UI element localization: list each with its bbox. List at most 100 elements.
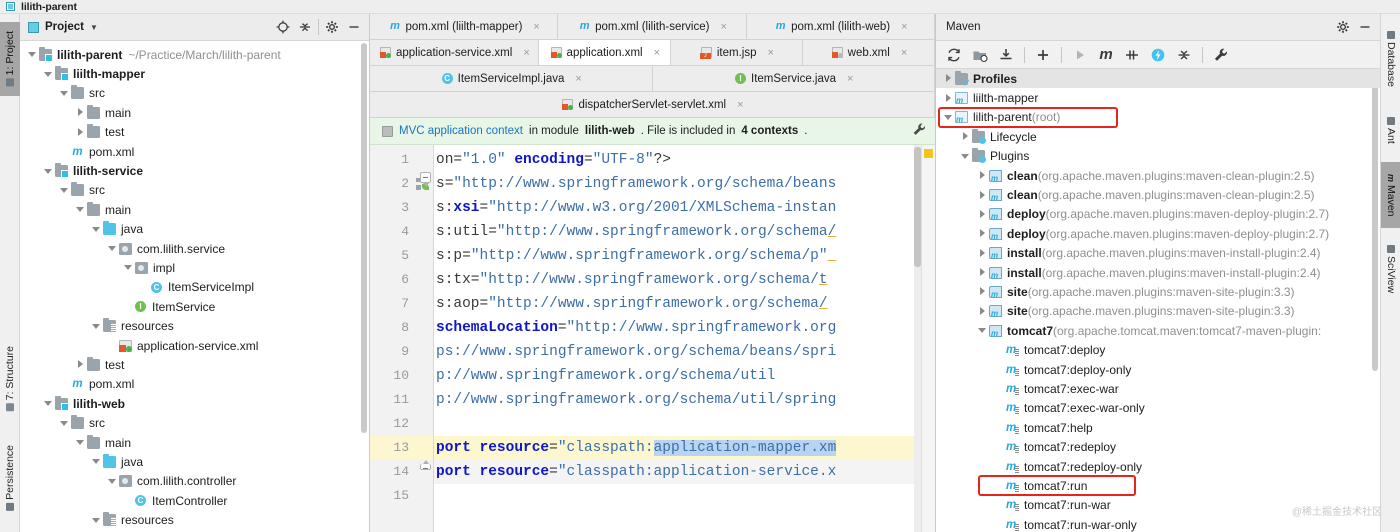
chevron-right-icon[interactable] <box>978 190 987 200</box>
maven-tree-row[interactable]: site (org.apache.maven.plugins:maven-sit… <box>936 302 1380 321</box>
project-tree-row[interactable]: main <box>20 200 369 219</box>
chevron-down-icon[interactable] <box>92 516 101 525</box>
chevron-right-icon[interactable] <box>978 248 987 258</box>
chevron-right-icon[interactable] <box>978 306 987 316</box>
chevron-down-icon[interactable] <box>92 322 101 331</box>
collapse-all-icon[interactable] <box>1172 44 1196 66</box>
chevron-down-icon[interactable] <box>28 50 37 59</box>
code-line[interactable]: p://www.springframework.org/schema/util <box>434 364 935 388</box>
chevron-down-icon[interactable] <box>961 152 970 161</box>
gear-icon[interactable] <box>321 16 343 38</box>
maven-tree-row[interactable]: m tomcat7:exec-war-only <box>936 399 1380 418</box>
chevron-right-icon[interactable] <box>944 93 953 103</box>
project-tree-row[interactable]: I ItemService <box>20 297 369 316</box>
context-link[interactable]: MVC application context <box>399 125 523 137</box>
project-tree-row[interactable]: main <box>20 103 369 122</box>
maven-tree-row[interactable]: m tomcat7:run <box>936 476 1380 495</box>
chevron-down-icon[interactable] <box>92 225 101 234</box>
chevron-down-icon[interactable] <box>76 438 85 447</box>
code-line[interactable]: p://www.springframework.org/schema/util/… <box>434 388 935 412</box>
maven-tree-row[interactable]: clean (org.apache.maven.plugins:maven-cl… <box>936 185 1380 204</box>
code-line[interactable]: s:util="http://www.springframework.org/s… <box>434 220 935 244</box>
editor-tab[interactable]: web.xml × <box>802 40 935 65</box>
editor-tab[interactable]: item.jsp × <box>670 40 803 65</box>
project-tree-row[interactable]: lilith-service <box>20 161 369 180</box>
chevron-right-icon[interactable] <box>978 171 987 180</box>
code-line[interactable]: s:p="http://www.springframework.org/sche… <box>434 244 935 268</box>
code-line[interactable] <box>434 412 935 436</box>
collapse-all-icon[interactable] <box>294 16 316 38</box>
toggle-offline-icon[interactable] <box>1146 44 1170 66</box>
project-tree-row[interactable]: application-service.xml <box>20 336 369 355</box>
code-line[interactable]: port resource="classpath:application-map… <box>434 436 935 460</box>
project-tree-row[interactable]: C ItemServiceImpl <box>20 278 369 297</box>
chevron-down-icon[interactable] <box>60 186 69 195</box>
chevron-right-icon[interactable] <box>961 132 970 141</box>
chevron-down-icon[interactable]: ▼ <box>90 23 98 32</box>
editor-tab[interactable]: m pom.xml (lilith-web) × <box>746 14 935 39</box>
chevron-right-icon[interactable] <box>76 360 85 369</box>
maven-tree-row[interactable]: deploy (org.apache.maven.plugins:maven-d… <box>936 224 1380 243</box>
maven-tree-row[interactable]: m tomcat7:redeploy-only <box>936 457 1380 476</box>
hide-panel-icon[interactable] <box>343 16 365 38</box>
project-tree-row[interactable]: liilth-mapper <box>20 64 369 83</box>
editor-tab[interactable]: I ItemService.java × <box>652 66 935 91</box>
maven-tree-row[interactable]: m tomcat7:help <box>936 418 1380 437</box>
chevron-down-icon[interactable] <box>76 205 85 214</box>
maven-tree-row[interactable]: site (org.apache.maven.plugins:maven-sit… <box>936 282 1380 301</box>
execute-goal-icon[interactable]: m <box>1094 44 1118 66</box>
close-icon[interactable]: × <box>901 47 907 59</box>
code-line[interactable]: s:xsi="http://www.w3.org/2001/XMLSchema-… <box>434 196 935 220</box>
editor-tab[interactable]: application.xml × <box>538 40 671 65</box>
chevron-down-icon[interactable] <box>92 457 101 466</box>
project-tree-row[interactable]: test <box>20 123 369 142</box>
close-icon[interactable]: × <box>523 47 529 59</box>
chevron-down-icon[interactable] <box>60 89 69 98</box>
project-tree-row[interactable]: src <box>20 84 369 103</box>
chevron-right-icon[interactable] <box>76 127 85 137</box>
project-tree-row[interactable]: java <box>20 452 369 471</box>
code-content[interactable]: on="1.0" encoding="UTF-8"?> s="http://www… <box>434 145 935 532</box>
chevron-down-icon[interactable] <box>944 113 953 122</box>
sidebar-item-maven[interactable]: m Maven <box>1381 162 1400 228</box>
editor-tab[interactable]: m pom.xml (lilith-service) × <box>558 14 747 39</box>
chevron-down-icon[interactable] <box>978 326 987 335</box>
chevron-down-icon[interactable] <box>108 244 117 253</box>
chevron-right-icon[interactable] <box>978 268 987 277</box>
maven-tree-row[interactable]: install (org.apache.maven.plugins:maven-… <box>936 263 1380 282</box>
chevron-right-icon[interactable] <box>978 209 987 219</box>
fold-handle[interactable] <box>420 172 431 187</box>
maven-tree-row[interactable]: install (org.apache.maven.plugins:maven-… <box>936 244 1380 263</box>
project-tree-row[interactable]: lilith-web <box>20 394 369 413</box>
add-maven-project-icon[interactable] <box>1031 44 1055 66</box>
maven-tree-row[interactable]: m tomcat7:deploy <box>936 340 1380 359</box>
close-icon[interactable]: × <box>533 21 539 33</box>
maven-tree-row[interactable]: lilith-parent (root) <box>936 108 1380 127</box>
maven-tree-row[interactable]: liilth-mapper <box>936 88 1380 107</box>
chevron-down-icon[interactable] <box>44 399 53 408</box>
chevron-right-icon[interactable] <box>978 229 987 238</box>
project-tree-scrollbar[interactable] <box>361 43 367 433</box>
code-line[interactable]: ps://www.springframework.org/schema/bean… <box>434 340 935 364</box>
editor-marker-gutter[interactable] <box>921 145 935 532</box>
project-tree-row[interactable]: java <box>20 220 369 239</box>
code-line[interactable]: on="1.0" encoding="UTF-8"?> <box>434 148 935 172</box>
maven-tree-row[interactable]: tomcat7 (org.apache.tomcat.maven:tomcat7… <box>936 321 1380 340</box>
sidebar-item-sciview[interactable]: SciView <box>1381 236 1400 302</box>
project-tree-row[interactable]: resources <box>20 510 369 529</box>
editor-tab[interactable]: C ItemServiceImpl.java × <box>370 66 653 91</box>
chevron-down-icon[interactable] <box>108 477 117 486</box>
gear-icon[interactable] <box>1332 16 1354 38</box>
maven-tree-row[interactable]: Plugins <box>936 147 1380 166</box>
project-tree-row[interactable]: m pom.xml <box>20 375 369 394</box>
project-tree-row[interactable]: lilith-parent ~/Practice/March/lilith-par… <box>20 45 369 64</box>
maven-tree-row[interactable]: m tomcat7:deploy-only <box>936 360 1380 379</box>
project-tree-row[interactable]: src <box>20 413 369 432</box>
project-tree-row[interactable]: src <box>20 181 369 200</box>
editor-scroll-thumb[interactable] <box>914 147 921 267</box>
maven-tree-row[interactable]: Profiles <box>936 69 1380 89</box>
close-icon[interactable]: × <box>737 99 743 111</box>
close-icon[interactable]: × <box>767 47 773 59</box>
hide-panel-icon[interactable] <box>1354 16 1376 38</box>
project-tree-row[interactable]: resources <box>20 316 369 335</box>
